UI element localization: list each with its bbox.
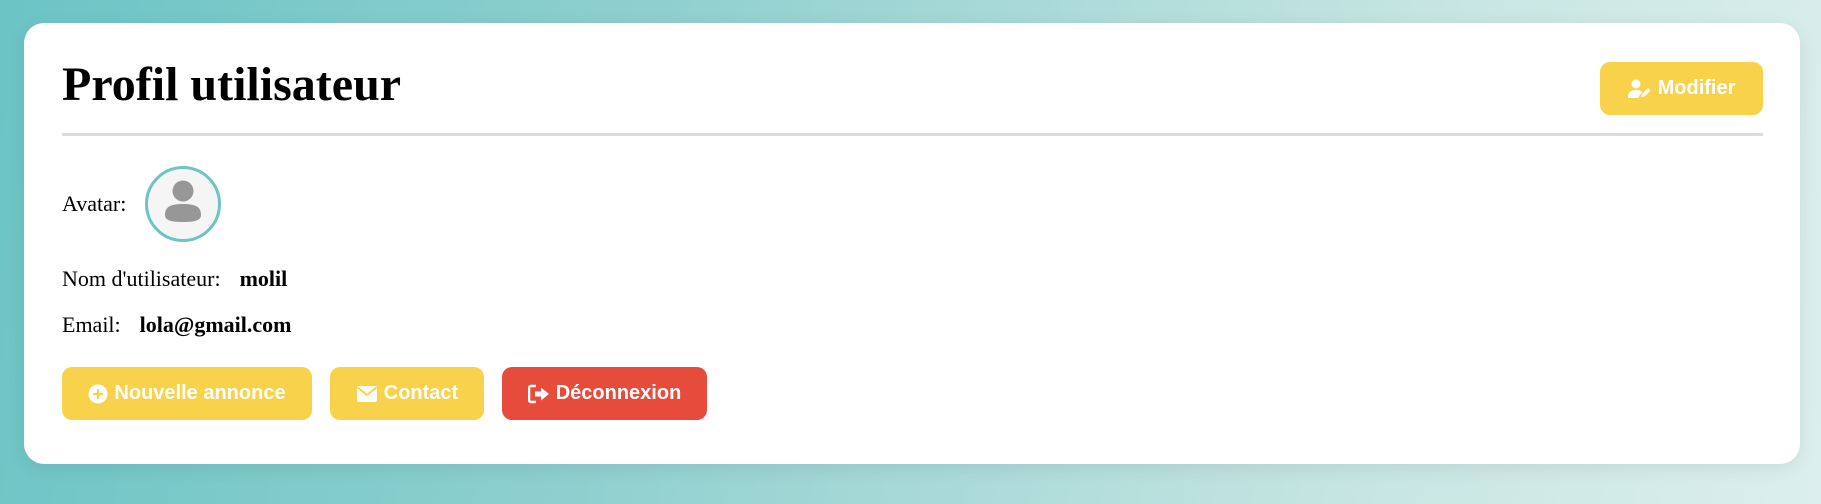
avatar	[145, 166, 222, 242]
contact-button[interactable]: Contact	[330, 367, 484, 420]
profile-header: Profil utilisateur Modifier	[62, 23, 1763, 136]
avatar-row: Avatar:	[62, 164, 1763, 244]
contact-label: Contact	[383, 382, 459, 404]
new-listing-label: Nouvelle annonce	[114, 382, 286, 404]
email-label: Email:	[62, 312, 121, 337]
profile-card: Profil utilisateur Modifier Avatar: Nom …	[24, 23, 1800, 464]
new-listing-button[interactable]: Nouvelle annonce	[62, 367, 312, 420]
username-row: Nom d'utilisateur: molil	[62, 266, 1763, 292]
page-title: Profil utilisateur	[62, 58, 402, 111]
username-value: molil	[239, 266, 288, 291]
edit-button-label: Modifier	[1657, 77, 1736, 99]
envelope-icon	[356, 385, 378, 403]
avatar-label: Avatar:	[62, 191, 127, 216]
user-edit-icon	[1627, 79, 1652, 99]
username-label: Nom d'utilisateur:	[62, 266, 221, 291]
edit-profile-button[interactable]: Modifier	[1600, 62, 1763, 115]
sign-out-icon	[527, 384, 550, 404]
action-buttons: Nouvelle annonce Contact Déconnexion	[62, 367, 1763, 420]
user-placeholder-icon	[164, 179, 202, 229]
email-row: Email: lola@gmail.com	[62, 312, 1763, 338]
email-value: lola@gmail.com	[139, 312, 292, 337]
logout-button[interactable]: Déconnexion	[502, 367, 707, 420]
plus-circle-icon	[88, 384, 108, 404]
logout-label: Déconnexion	[555, 382, 682, 404]
